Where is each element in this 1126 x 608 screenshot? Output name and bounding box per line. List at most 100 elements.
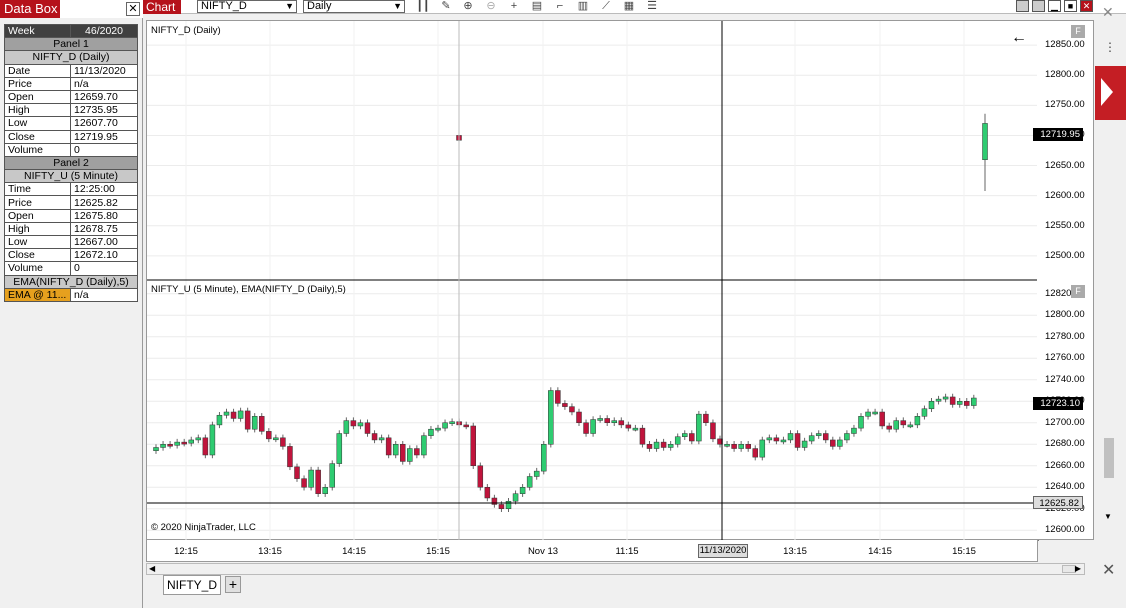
candle-body (914, 416, 921, 426)
chart-plot-area[interactable]: NIFTY_D (Daily) NIFTY_U (5 Minute), EMA(… (146, 20, 1039, 541)
close-icon[interactable]: ✕ (126, 2, 140, 16)
candle-body (921, 408, 928, 417)
y-tick-label: 12800.00 (1045, 309, 1085, 321)
candle-body (787, 433, 794, 441)
period-select[interactable]: Daily ▼ (303, 0, 405, 13)
minimize-icon[interactable]: ▁ (1048, 0, 1061, 12)
candle-body (435, 427, 441, 431)
panel1-header: Panel 1 (4, 37, 138, 52)
candle-body (259, 416, 265, 432)
y-tick-label: 12650.00 (1045, 159, 1085, 171)
candle-body (837, 439, 843, 447)
candle-body (956, 401, 963, 405)
horizontal-scrollbar[interactable]: ◀ ▶ (146, 563, 1085, 575)
data-row: High 12735.95 (4, 103, 138, 118)
chart-toolbar: Chart NIFTY_D ▼ Daily ▼ ┃┃ ✎ ⊕ ⊖ + ▤ ⌐ ▥ ⟋… (143, 0, 1126, 14)
vertical-scrollbar[interactable]: ▼ (1104, 120, 1114, 524)
candle-body (244, 410, 251, 430)
candle-body (160, 444, 166, 448)
panel2-candles (153, 387, 977, 512)
list-icon[interactable]: ☰ (644, 0, 660, 13)
tab-nifty-d[interactable]: NIFTY_D (163, 575, 221, 595)
templates-icon[interactable]: ▦ (621, 0, 637, 13)
more-icon[interactable]: ⋮ (1104, 40, 1116, 54)
data-row: Open 12675.80 (4, 208, 138, 223)
right-tab[interactable] (1095, 66, 1126, 120)
add-tab-button[interactable]: + (225, 576, 241, 593)
row-label: Low (4, 116, 71, 131)
chart-window: Chart NIFTY_D ▼ Daily ▼ ┃┃ ✎ ⊕ ⊖ + ▤ ⌐ ▥ ⟋… (143, 0, 1126, 608)
row-value: 12659.70 (70, 89, 138, 105)
bar-type-icon[interactable]: ┃┃ (415, 0, 431, 13)
candle-body (689, 433, 695, 442)
close-icon[interactable]: ✕ (1080, 0, 1093, 12)
close-icon[interactable]: ✕ (1102, 4, 1114, 21)
candle-body (942, 396, 949, 400)
scrollbar-thumb[interactable] (1104, 438, 1114, 478)
candle-body (949, 396, 956, 405)
row-label: Time (4, 182, 71, 197)
zoom-in-icon[interactable]: ⊕ (460, 0, 476, 13)
candle-body (907, 424, 914, 428)
window-icon[interactable] (1032, 0, 1045, 12)
y-tick-label: 12760.00 (1045, 352, 1085, 364)
panel1-label: NIFTY_D (Daily) (151, 25, 221, 36)
candle-body (308, 469, 314, 488)
x-tick-label: 15:15 (426, 546, 450, 557)
candle-body (590, 419, 596, 434)
candle-body (442, 422, 448, 429)
candle-body (301, 478, 307, 488)
candle-body (202, 437, 209, 456)
candle-body (223, 411, 230, 416)
candle-body (872, 411, 878, 415)
indicators-icon[interactable]: ▥ (575, 0, 591, 13)
panel2-button[interactable]: F (1071, 285, 1085, 298)
candle-body (823, 433, 829, 441)
candle-body (336, 433, 343, 464)
scroll-left-icon[interactable]: ◀ (149, 564, 155, 573)
row-value: 12678.75 (70, 221, 138, 237)
arrow-left-icon[interactable]: ← (1011, 29, 1027, 47)
crosshair-icon[interactable]: + (506, 0, 522, 13)
week-label: Week (4, 23, 71, 39)
candle-body (731, 444, 737, 449)
panel1-button[interactable]: F (1071, 25, 1085, 38)
candle-body (660, 441, 667, 448)
data-row: Price 12625.82 (4, 195, 138, 210)
candle-body (703, 413, 709, 423)
zoom-out-icon[interactable]: ⊖ (483, 0, 499, 13)
data-box-window: Data Box ✕ Week 46/2020 Panel 1 NIFTY_D (… (0, 0, 143, 608)
y-tick-label: 12740.00 (1045, 373, 1085, 385)
y-tick-label: 12700.00 (1045, 416, 1085, 428)
data-row: Low 12667.00 (4, 234, 138, 250)
candle-body (738, 444, 744, 449)
y-tick-label: 12660.00 (1045, 459, 1085, 471)
data-box-icon[interactable]: ▤ (529, 0, 545, 13)
scroll-right-icon[interactable]: ▶ (1075, 564, 1081, 573)
candle-body (597, 418, 603, 421)
candle-body (414, 448, 420, 456)
candle-body (519, 487, 526, 494)
candle-body (392, 444, 399, 456)
candle-body (541, 444, 547, 472)
instrument-select[interactable]: NIFTY_D ▼ (197, 0, 297, 13)
maximize-icon[interactable]: ■ (1064, 0, 1077, 12)
candle-body (322, 487, 328, 494)
scroll-down-icon[interactable]: ▼ (1104, 512, 1112, 521)
properties-icon[interactable]: ⌐ (552, 0, 568, 13)
x-tick-label: 15:15 (952, 546, 976, 557)
candle-body (815, 433, 822, 436)
x-tick-label: 11:15 (615, 546, 639, 557)
window-icon[interactable] (1016, 0, 1029, 12)
candle-body (653, 441, 660, 449)
tab-bar: NIFTY_D + (143, 575, 1126, 608)
y-tick-label: 12640.00 (1045, 481, 1085, 493)
pencil-icon[interactable]: ✎ (438, 0, 454, 13)
candle-body (583, 422, 589, 434)
row-value: 12675.80 (70, 208, 138, 223)
strategies-icon[interactable]: ⟋ (598, 0, 614, 13)
candle-body (759, 439, 766, 458)
row-value: 0 (70, 142, 138, 157)
crosshair-price-label: 12625.82 (1033, 496, 1083, 509)
data-box-title: Data Box (0, 0, 60, 18)
